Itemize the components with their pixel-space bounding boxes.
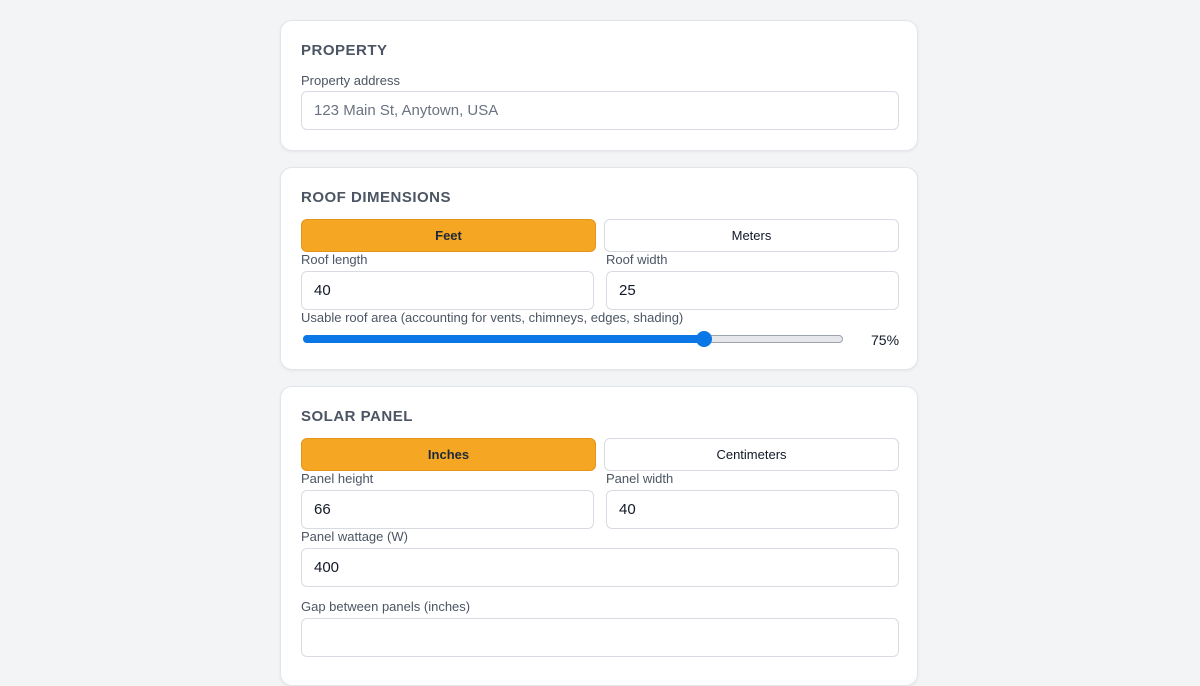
roof-length-label: Roof length [301, 252, 368, 267]
solar-panel-card: SOLAR PANEL Inches Centimeters Panel hei… [280, 386, 918, 686]
usable-area-percent: 75% [871, 332, 900, 348]
panel-gap-label: Gap between panels (inches) [301, 599, 471, 614]
roof-unit-meters-button[interactable]: Meters [604, 219, 899, 252]
property-address-label: Property address [301, 73, 400, 88]
panel-wattage-input[interactable] [301, 548, 899, 587]
property-address-input[interactable] [301, 91, 899, 130]
roof-dimensions-card: ROOF DIMENSIONS Feet Meters Roof length … [280, 167, 918, 370]
panel-gap-input[interactable] [301, 618, 899, 657]
panel-width-input[interactable] [606, 490, 899, 529]
roof-unit-feet-button[interactable]: Feet [301, 219, 596, 252]
panel-wattage-label: Panel wattage (W) [301, 529, 408, 544]
property-card: PROPERTY Property address [280, 20, 918, 151]
panel-width-label: Panel width [606, 471, 674, 486]
roof-width-input[interactable] [606, 271, 899, 310]
panel-section-title: SOLAR PANEL [301, 408, 413, 425]
panel-height-label: Panel height [301, 471, 374, 486]
usable-area-slider-fill [303, 335, 704, 343]
usable-area-label: Usable roof area (accounting for vents, … [301, 310, 684, 325]
usable-area-slider-thumb[interactable] [696, 331, 712, 347]
roof-section-title: ROOF DIMENSIONS [301, 189, 452, 206]
panel-height-input[interactable] [301, 490, 594, 529]
panel-unit-inches-button[interactable]: Inches [301, 438, 596, 471]
property-section-title: PROPERTY [301, 42, 388, 59]
roof-length-input[interactable] [301, 271, 594, 310]
usable-area-slider[interactable] [303, 329, 845, 349]
roof-width-label: Roof width [606, 252, 668, 267]
panel-unit-centimeters-button[interactable]: Centimeters [604, 438, 899, 471]
